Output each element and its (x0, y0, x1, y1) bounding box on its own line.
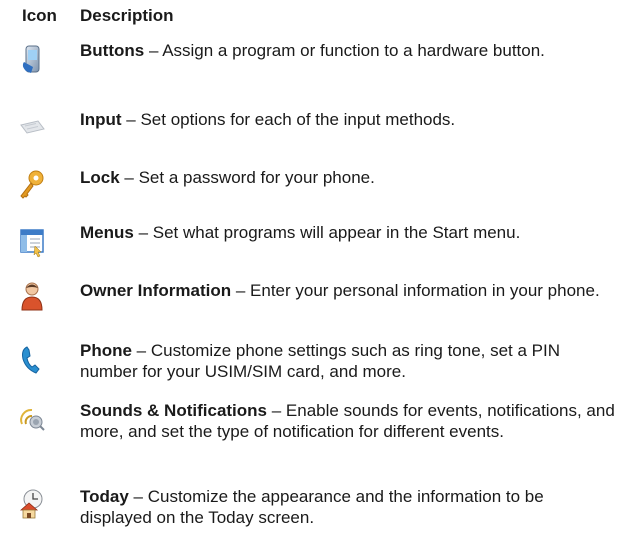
row-description: Menus – Set what programs will appear in… (80, 222, 620, 243)
row-text: Assign a program or function to a hardwa… (162, 41, 545, 60)
column-header-icon: Icon (22, 6, 57, 25)
row-name: Lock (80, 168, 120, 187)
row-description: Phone – Customize phone settings such as… (80, 340, 620, 382)
row-dash: – (128, 487, 148, 506)
row-name: Buttons (80, 41, 145, 60)
row-description: Input – Set options for each of the inpu… (80, 109, 620, 130)
row-name: Menus (80, 223, 134, 242)
row-dash: – (121, 110, 141, 129)
row-name: Owner Information (80, 281, 232, 300)
row-name: Today (80, 487, 129, 506)
row-description: Lock – Set a password for your phone. (80, 167, 620, 188)
row-description: Buttons – Assign a program or function t… (80, 40, 620, 61)
key-icon (18, 169, 46, 201)
row-dash: – (133, 223, 153, 242)
row-dash: – (119, 168, 139, 187)
phone-device-icon (18, 44, 46, 76)
row-description: Sounds & Notifications – Enable sounds f… (80, 400, 620, 442)
row-dash: – (131, 341, 151, 360)
row-text: Set a password for your phone. (138, 168, 375, 187)
today-home-icon (18, 488, 46, 520)
row-text: Customize the appearance and the informa… (80, 487, 544, 527)
row-text: Customize phone settings such as ring to… (80, 341, 561, 381)
menu-window-icon (18, 226, 46, 258)
sound-notification-icon (18, 402, 46, 434)
row-name: Sounds & Notifications (80, 401, 267, 420)
row-dash: – (267, 401, 286, 420)
handset-icon (18, 344, 46, 376)
row-name: Phone (80, 341, 132, 360)
row-description: Today – Customize the appearance and the… (80, 486, 620, 528)
row-description: Owner Information – Enter your personal … (80, 280, 620, 301)
row-dash: – (144, 41, 163, 60)
row-text: Set options for each of the input method… (140, 110, 456, 129)
keyboard-icon (18, 111, 46, 143)
column-header-description: Description (80, 6, 174, 25)
row-dash: – (231, 281, 251, 300)
row-name: Input (80, 110, 122, 129)
row-text: Set what programs will appear in the Sta… (152, 223, 521, 242)
owner-person-icon (18, 280, 46, 312)
row-text: Enter your personal information in your … (250, 281, 600, 300)
